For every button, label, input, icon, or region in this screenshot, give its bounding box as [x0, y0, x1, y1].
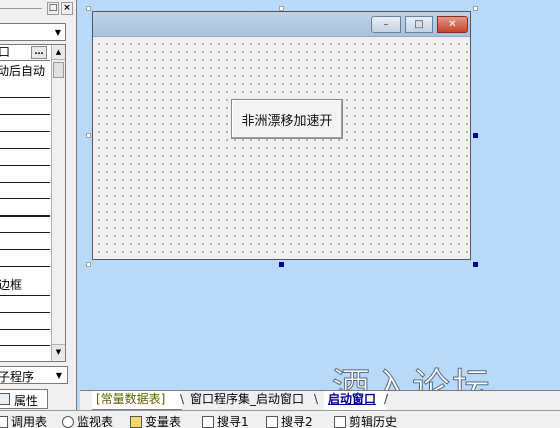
- ellipsis-button[interactable]: …: [31, 46, 47, 59]
- property-grid: 口 … 动后自动 边框 ▲ ▼: [0, 44, 66, 362]
- properties-icon: [0, 393, 10, 405]
- row-divider: [0, 182, 50, 183]
- property-value: 口: [0, 45, 10, 60]
- row-divider: [0, 312, 50, 313]
- tab-variable-table[interactable]: 变量表: [130, 415, 181, 428]
- design-tab-strip: [常量数据表] \ 窗口程序集_启动窗口 \ 启动窗口 /: [80, 390, 560, 410]
- tab-search-1-label: 搜寻1: [217, 415, 249, 428]
- row-divider: [0, 295, 50, 296]
- scroll-down-arrow-icon[interactable]: ▼: [52, 344, 65, 359]
- resize-handle[interactable]: [86, 133, 91, 138]
- tab-variable-table-label: 变量表: [145, 415, 182, 428]
- row-divider: [0, 114, 50, 115]
- search1-icon: [202, 416, 214, 428]
- tab-startup-window[interactable]: 启动窗口: [324, 391, 386, 410]
- row-divider: [0, 249, 50, 250]
- tab-separator: \: [314, 392, 319, 406]
- row-divider: [0, 148, 50, 149]
- resize-handle[interactable]: [473, 262, 478, 267]
- property-value: 动后自动: [0, 64, 46, 78]
- tab-constant-table[interactable]: [常量数据表]: [92, 391, 182, 410]
- close-button[interactable]: ✕: [437, 16, 468, 33]
- resize-handle[interactable]: [279, 262, 284, 267]
- tab-call-table[interactable]: 调用表: [0, 415, 47, 428]
- resize-handle[interactable]: [86, 262, 91, 267]
- maximize-button[interactable]: □: [405, 16, 433, 33]
- tab-window-program-set[interactable]: 窗口程序集_启动窗口: [186, 391, 316, 410]
- scroll-thumb[interactable]: [53, 62, 64, 78]
- row-divider: [0, 165, 50, 166]
- panel-close-button[interactable]: ×: [61, 2, 73, 15]
- tab-separator: \: [180, 392, 185, 406]
- form-grid[interactable]: 非洲漂移加速开: [93, 38, 470, 259]
- chevron-down-icon[interactable]: ▼: [52, 368, 66, 382]
- row-divider: [0, 266, 50, 267]
- tab-properties[interactable]: 属性: [0, 389, 48, 409]
- property-row-border[interactable]: 边框: [0, 278, 50, 294]
- event-select-value: 子程序: [0, 370, 35, 384]
- row-divider: [0, 131, 50, 132]
- tab-search-1[interactable]: 搜寻1: [202, 415, 249, 428]
- search2-icon: [266, 416, 278, 428]
- tab-call-table-label: 调用表: [11, 415, 48, 428]
- accelerate-button[interactable]: 非洲漂移加速开: [231, 99, 343, 139]
- event-select[interactable]: 子程序 ▼: [0, 366, 68, 384]
- object-select[interactable]: ▼: [0, 23, 66, 41]
- form-titlebar[interactable]: – □ ✕: [93, 12, 470, 37]
- row-divider: [0, 198, 50, 199]
- resize-handle[interactable]: [86, 6, 91, 11]
- form-window[interactable]: – □ ✕ 非洲漂移加速开: [92, 11, 471, 260]
- property-row[interactable]: 口 …: [0, 45, 50, 61]
- scroll-up-arrow-icon[interactable]: ▲: [52, 45, 65, 60]
- property-row[interactable]: 动后自动: [0, 64, 50, 80]
- tab-clip-history-label: 剪辑历史: [349, 415, 398, 428]
- tab-search-2[interactable]: 搜寻2: [266, 415, 313, 428]
- row-divider: [0, 215, 50, 217]
- minimize-button[interactable]: –: [371, 16, 401, 33]
- row-divider: [0, 232, 50, 233]
- tab-search-2-label: 搜寻2: [281, 415, 313, 428]
- bottom-panel-bar: 调用表 监视表 变量表 搜寻1 搜寻2 剪辑历史: [0, 410, 560, 428]
- property-panel: □ × ▼ 口 … 动后自动 边框 ▲: [0, 0, 77, 410]
- watch-icon: [62, 416, 74, 428]
- property-name: 边框: [0, 278, 23, 292]
- resize-handle[interactable]: [473, 133, 478, 138]
- tab-properties-label: 属性: [14, 394, 39, 408]
- call-table-icon: [0, 416, 8, 428]
- vertical-scrollbar[interactable]: ▲ ▼: [51, 45, 65, 361]
- panel-title-line: [0, 8, 42, 9]
- resize-handle[interactable]: [473, 6, 478, 11]
- clip-history-icon: [334, 416, 346, 428]
- tab-watch-table[interactable]: 监视表: [62, 415, 113, 428]
- variable-icon: [130, 416, 142, 428]
- row-divider: [0, 97, 50, 98]
- tab-clip-history[interactable]: 剪辑历史: [334, 415, 397, 428]
- tab-separator: /: [384, 392, 389, 406]
- chevron-down-icon[interactable]: ▼: [51, 25, 65, 39]
- row-divider: [0, 345, 50, 346]
- tab-watch-table-label: 监视表: [77, 415, 114, 428]
- panel-titlebar: □ ×: [0, 0, 76, 18]
- row-divider: [0, 329, 50, 330]
- panel-maximize-button[interactable]: □: [47, 2, 59, 15]
